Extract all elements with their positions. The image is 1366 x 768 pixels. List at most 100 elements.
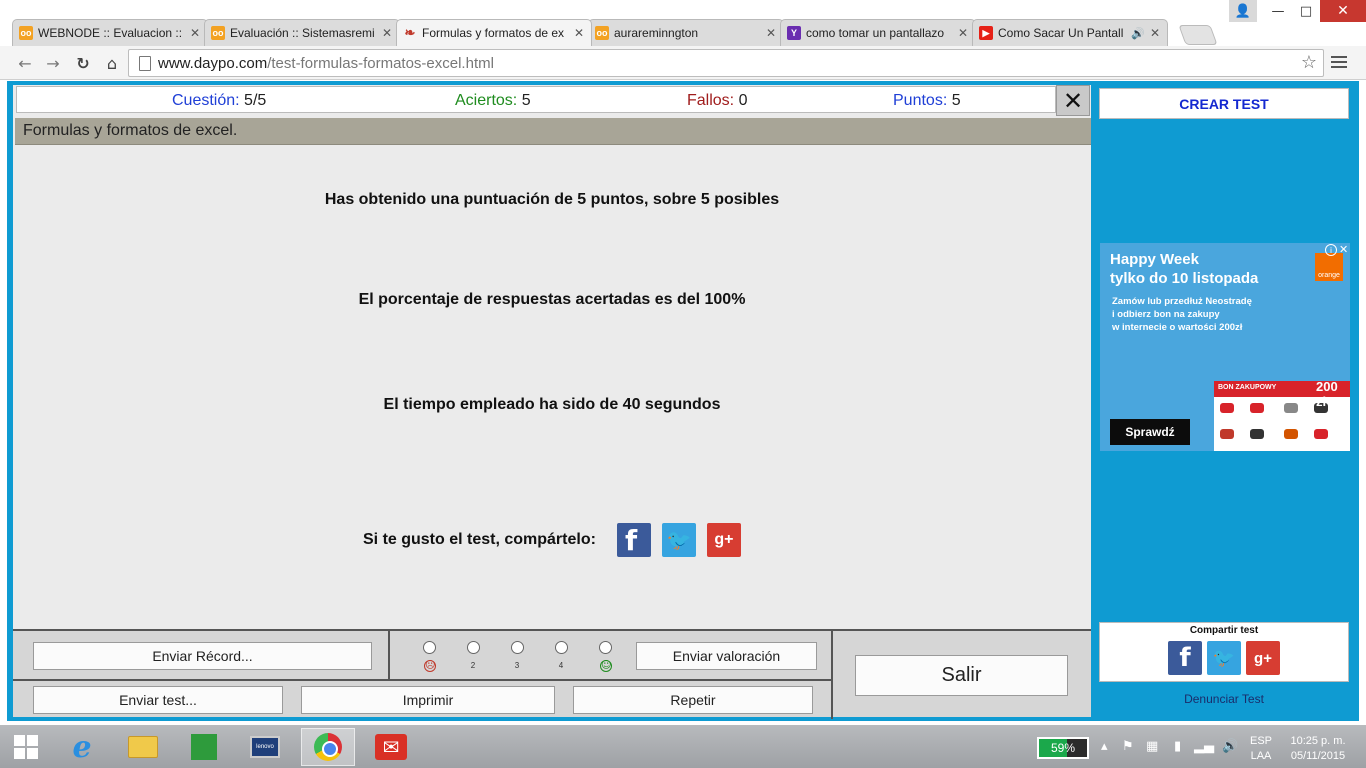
- rating-label-4: 4: [558, 661, 564, 670]
- share-row: Si te gusto el test, compártelo: f 🐦 g+: [363, 522, 741, 558]
- tab-close-icon[interactable]: ✕: [765, 26, 777, 40]
- menu-icon[interactable]: [1331, 54, 1347, 70]
- twitter-icon[interactable]: 🐦: [1207, 641, 1241, 675]
- send-record-button[interactable]: Enviar Récord...: [33, 642, 372, 670]
- home-icon[interactable]: ⌂: [101, 52, 123, 74]
- back-arrow-icon[interactable]: ←: [14, 52, 36, 74]
- rating-radio-1[interactable]: [423, 641, 436, 654]
- lenovo-icon[interactable]: lenovo: [238, 728, 292, 766]
- new-tab-button[interactable]: [1178, 25, 1218, 45]
- product-icon: [1250, 429, 1264, 439]
- tab-youtube-pantallazo[interactable]: ▶ Como Sacar Un Pantall 🔊 ✕: [972, 19, 1168, 46]
- rating-radio-5[interactable]: [599, 641, 612, 654]
- divider: [388, 631, 390, 679]
- tab-close-icon[interactable]: ✕: [381, 26, 393, 40]
- stat-points-label: Puntos:: [893, 92, 948, 109]
- tab-close-icon[interactable]: ✕: [573, 26, 585, 40]
- tab-aurareminngton[interactable]: oo aurareminngton ✕: [588, 19, 784, 46]
- share-test-title: Compartir test: [1189, 625, 1259, 636]
- battery-tray-icon[interactable]: ▮: [1174, 739, 1181, 754]
- tab-close-icon[interactable]: ✕: [1149, 26, 1161, 40]
- tab-evaluacion-sistemas[interactable]: oo Evaluación :: Sistemasremi ✕: [204, 19, 400, 46]
- product-icon: [1284, 429, 1298, 439]
- send-rating-button[interactable]: Enviar valoración: [636, 642, 817, 670]
- flag-icon[interactable]: ⚑: [1122, 739, 1134, 754]
- advertisement[interactable]: Happy Week tylko do 10 listopada Zamów l…: [1100, 243, 1350, 451]
- divider: [13, 679, 833, 681]
- volume-icon[interactable]: 🔊: [1222, 739, 1238, 754]
- close-test-button[interactable]: ✕: [1056, 85, 1090, 116]
- stat-correct-value: 5: [521, 92, 531, 109]
- ad-info-icon[interactable]: i: [1325, 244, 1337, 256]
- ad-voucher-amount: 200 zł: [1316, 379, 1338, 409]
- ad-close-icon[interactable]: ✕: [1339, 243, 1350, 256]
- tab-title: Como Sacar Un Pantall: [998, 26, 1124, 40]
- stat-correct-label: Aciertos:: [455, 92, 518, 109]
- stat-question: Cuestión: 5/5: [172, 92, 266, 110]
- rating-radio-2[interactable]: [467, 641, 480, 654]
- facebook-icon[interactable]: f: [616, 523, 651, 557]
- send-test-button[interactable]: Enviar test...: [33, 686, 283, 714]
- language-code: ESP: [1249, 735, 1272, 747]
- twitter-icon[interactable]: 🐦: [661, 523, 696, 557]
- window-close-button[interactable]: ✕: [1320, 0, 1366, 22]
- google-plus-icon[interactable]: g+: [1246, 641, 1280, 675]
- start-button[interactable]: [8, 728, 44, 766]
- reload-icon[interactable]: ↻: [72, 52, 94, 74]
- print-button[interactable]: Imprimir: [301, 686, 555, 714]
- product-icon: [1220, 403, 1234, 413]
- tab-yahoo-pantallazo[interactable]: Y como tomar un pantallazo ✕: [780, 19, 976, 46]
- windows-logo-icon: [14, 735, 38, 759]
- product-icon: [1220, 429, 1234, 439]
- share-test-box: Compartir test f 🐦 g+: [1099, 622, 1349, 682]
- url-path: /test-formulas-formatos-excel.html: [267, 54, 494, 72]
- internet-explorer-icon[interactable]: e: [55, 728, 109, 766]
- page-background: Cuestión: 5/5 Aciertos: 5 Fallos: 0 Punt…: [7, 81, 1359, 721]
- maximize-button[interactable]: □: [1292, 0, 1320, 22]
- mail-icon[interactable]: ✉: [364, 728, 418, 766]
- tab-webnode-evaluacion[interactable]: oo WEBNODE :: Evaluacion :: ✕: [12, 19, 208, 46]
- tab-strip: oo WEBNODE :: Evaluacion :: ✕ oo Evaluac…: [12, 19, 1218, 46]
- tab-title: Formulas y formatos de ex: [422, 26, 565, 40]
- product-icon: [1284, 403, 1298, 413]
- network-icon[interactable]: ▦: [1146, 739, 1158, 754]
- address-bar[interactable]: www.daypo.com/test-formulas-formatos-exc…: [128, 49, 1324, 77]
- minimize-button[interactable]: —: [1264, 0, 1292, 22]
- tab-close-icon[interactable]: ✕: [957, 26, 969, 40]
- report-test-link[interactable]: Denunciar Test: [1099, 692, 1349, 706]
- tab-title: WEBNODE :: Evaluacion ::: [38, 26, 183, 40]
- tray-chevron-icon[interactable]: ▴: [1101, 739, 1108, 754]
- bookmark-star-icon[interactable]: ☆: [1301, 52, 1317, 73]
- ad-cta-button[interactable]: Sprawdź: [1110, 419, 1190, 445]
- tab-formulas-excel[interactable]: ❧ Formulas y formatos de ex ✕: [396, 19, 592, 46]
- chrome-icon[interactable]: [301, 728, 355, 766]
- repeat-button[interactable]: Repetir: [573, 686, 813, 714]
- create-test-button[interactable]: CREAR TEST: [1099, 88, 1349, 119]
- forward-arrow-icon[interactable]: →: [42, 52, 64, 74]
- result-percentage: El porcentaje de respuestas acertadas es…: [358, 291, 746, 308]
- wifi-signal-icon[interactable]: ▂▄: [1194, 739, 1214, 754]
- exit-button[interactable]: Salir: [855, 655, 1068, 696]
- google-plus-icon[interactable]: g+: [706, 523, 741, 557]
- browser-titlebar: 👤 — □ ✕ oo WEBNODE :: Evaluacion :: ✕ oo…: [0, 0, 1366, 46]
- ad-body: Zamów lub przedłuż Neostradę i odbierz b…: [1112, 296, 1252, 333]
- stat-correct: Aciertos: 5: [455, 92, 531, 110]
- stat-wrong-value: 0: [738, 92, 748, 109]
- youtube-icon: ▶: [979, 26, 993, 40]
- taskbar: e lenovo ✉ 59% ▴ ⚑ ▦ ▮ ▂▄ 🔊 ESP LAA 10:2…: [0, 725, 1366, 768]
- user-profile-button[interactable]: 👤: [1229, 0, 1257, 22]
- language-indicator[interactable]: ESP LAA: [1244, 734, 1278, 764]
- test-result-panel: Cuestión: 5/5 Aciertos: 5 Fallos: 0 Punt…: [13, 85, 1091, 719]
- result-score: Has obtenido una puntuación de 5 puntos,…: [324, 191, 780, 208]
- file-explorer-icon[interactable]: [116, 728, 170, 766]
- rating-radio-3[interactable]: [511, 641, 524, 654]
- battery-indicator[interactable]: 59%: [1037, 737, 1089, 759]
- store-icon[interactable]: [177, 728, 231, 766]
- url-host: www.daypo.com: [158, 54, 268, 72]
- facebook-icon[interactable]: f: [1168, 641, 1202, 675]
- bottom-controls: Enviar Récord... ☹ 2 3 4 ☺ Enviar valora…: [13, 629, 1091, 719]
- orange-logo: orange: [1315, 253, 1343, 281]
- tab-close-icon[interactable]: ✕: [189, 26, 201, 40]
- rating-radio-4[interactable]: [555, 641, 568, 654]
- clock[interactable]: 10:25 p. m. 05/11/2015: [1284, 734, 1352, 764]
